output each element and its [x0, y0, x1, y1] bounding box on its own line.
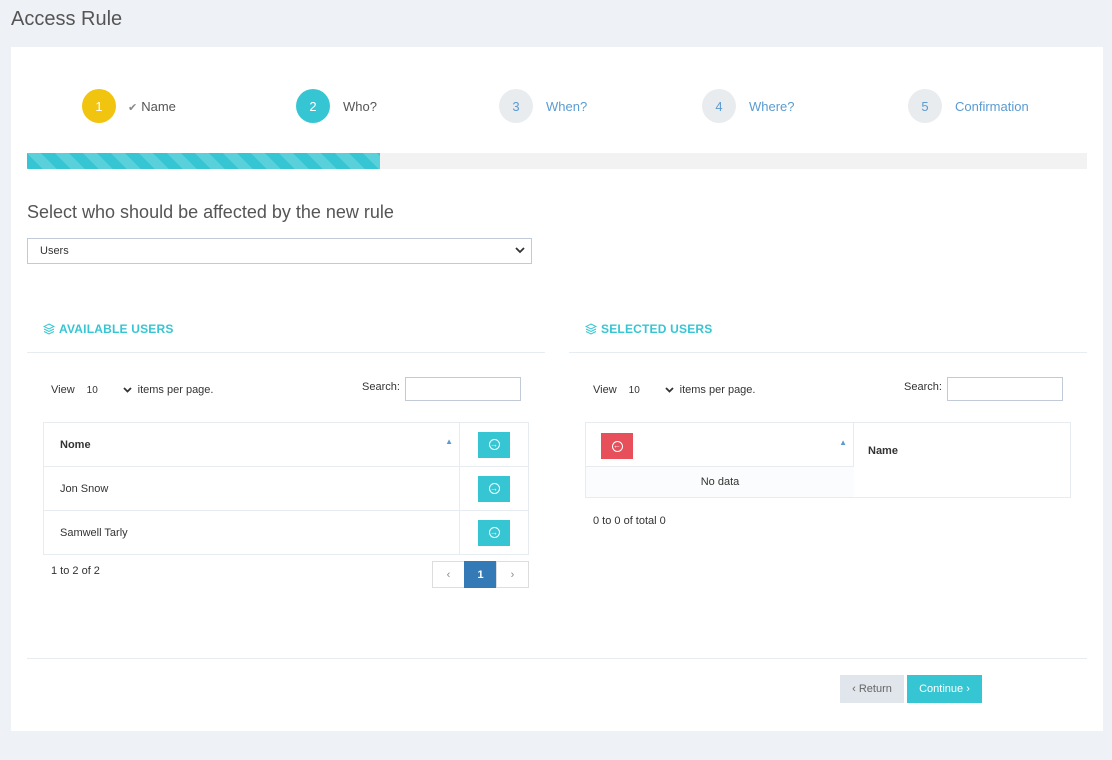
chevron-down-icon[interactable] [665, 385, 674, 396]
remove-all-button[interactable]: ← [601, 433, 633, 459]
available-page-size: View 10 items per page. [51, 384, 214, 396]
page-1-button[interactable]: 1 [464, 561, 497, 588]
chevron-down-icon [515, 246, 525, 257]
divider [569, 352, 1087, 353]
return-button[interactable]: ‹ Return [840, 675, 904, 703]
selected-search-input[interactable] [947, 377, 1063, 401]
step-label: Where? [749, 98, 795, 114]
step-number: 1 [82, 89, 116, 123]
available-summary: 1 to 2 of 2 [51, 565, 100, 577]
arrow-right-icon: → [488, 439, 500, 450]
chevron-down-icon[interactable] [123, 385, 132, 396]
column-header-name[interactable]: Name [868, 445, 898, 457]
add-user-button[interactable]: → [478, 519, 510, 546]
check-icon: ✔ [128, 101, 138, 114]
step-confirmation[interactable]: 5 Confirmation [908, 89, 1029, 123]
table-row: Jon Snow → [43, 466, 529, 511]
arrow-right-icon: → [488, 483, 500, 494]
available-users-title: AVAILABLE USERS [42, 322, 174, 336]
empty-table-message: No data [586, 467, 854, 497]
step-label: Who? [343, 98, 377, 114]
step-who[interactable]: 2 Who? [296, 89, 377, 123]
sort-asc-icon: ▲ [839, 438, 847, 447]
step-number: 2 [296, 89, 330, 123]
divider [27, 352, 545, 353]
wizard-progress-bar [27, 153, 1087, 169]
search-label: Search: [904, 381, 942, 393]
step-label: Confirmation [955, 98, 1029, 114]
page-size-select[interactable]: 10 [629, 385, 655, 396]
step-label: When? [546, 98, 588, 114]
step-when[interactable]: 3 When? [499, 89, 587, 123]
table-header-row: Nome ▲ → [43, 422, 529, 467]
page-title: Access Rule [11, 8, 123, 30]
selected-page-size: View 10 items per page. [593, 384, 756, 396]
step-number: 4 [702, 89, 736, 123]
add-all-button[interactable]: → [478, 431, 510, 458]
arrow-right-icon: → [488, 527, 500, 538]
step-number: 3 [499, 89, 533, 123]
user-name: Jon Snow [43, 466, 460, 511]
available-search-input[interactable] [405, 377, 521, 401]
progress-fill [27, 153, 380, 169]
layers-icon [584, 323, 598, 335]
arrow-left-icon: ← [611, 440, 623, 452]
wizard-card: 1 ✔ Name 2 Who? 3 When? 4 Where? 5 Confir… [11, 47, 1103, 731]
continue-button[interactable]: Continue › [907, 675, 982, 703]
selected-users-table: ← ▲ Name No data [585, 422, 1071, 498]
step-number: 5 [908, 89, 942, 123]
sort-asc-icon: ▲ [445, 437, 453, 446]
search-label: Search: [362, 381, 400, 393]
selected-summary: 0 to 0 of total 0 [593, 515, 666, 527]
next-page-button[interactable]: › [496, 561, 529, 588]
pagination: ‹ 1 › [432, 561, 529, 588]
column-header-nome[interactable]: Nome ▲ [43, 422, 460, 467]
select-value: Users [40, 245, 69, 257]
step-where[interactable]: 4 Where? [702, 89, 795, 123]
user-type-select[interactable]: Users [27, 238, 532, 264]
prev-page-button[interactable]: ‹ [432, 561, 465, 588]
user-name: Samwell Tarly [43, 510, 460, 555]
who-heading: Select who should be affected by the new… [27, 202, 394, 222]
add-user-button[interactable]: → [478, 475, 510, 502]
layers-icon [42, 323, 56, 335]
available-users-table: Nome ▲ → Jon Snow → Samwell Tarly → [43, 422, 529, 555]
page-size-select[interactable]: 10 [87, 385, 113, 396]
footer-divider [27, 658, 1087, 659]
selected-users-title: SELECTED USERS [584, 322, 713, 336]
step-label: Name [141, 98, 176, 114]
step-name[interactable]: 1 ✔ Name [82, 89, 176, 123]
table-row: Samwell Tarly → [43, 510, 529, 555]
